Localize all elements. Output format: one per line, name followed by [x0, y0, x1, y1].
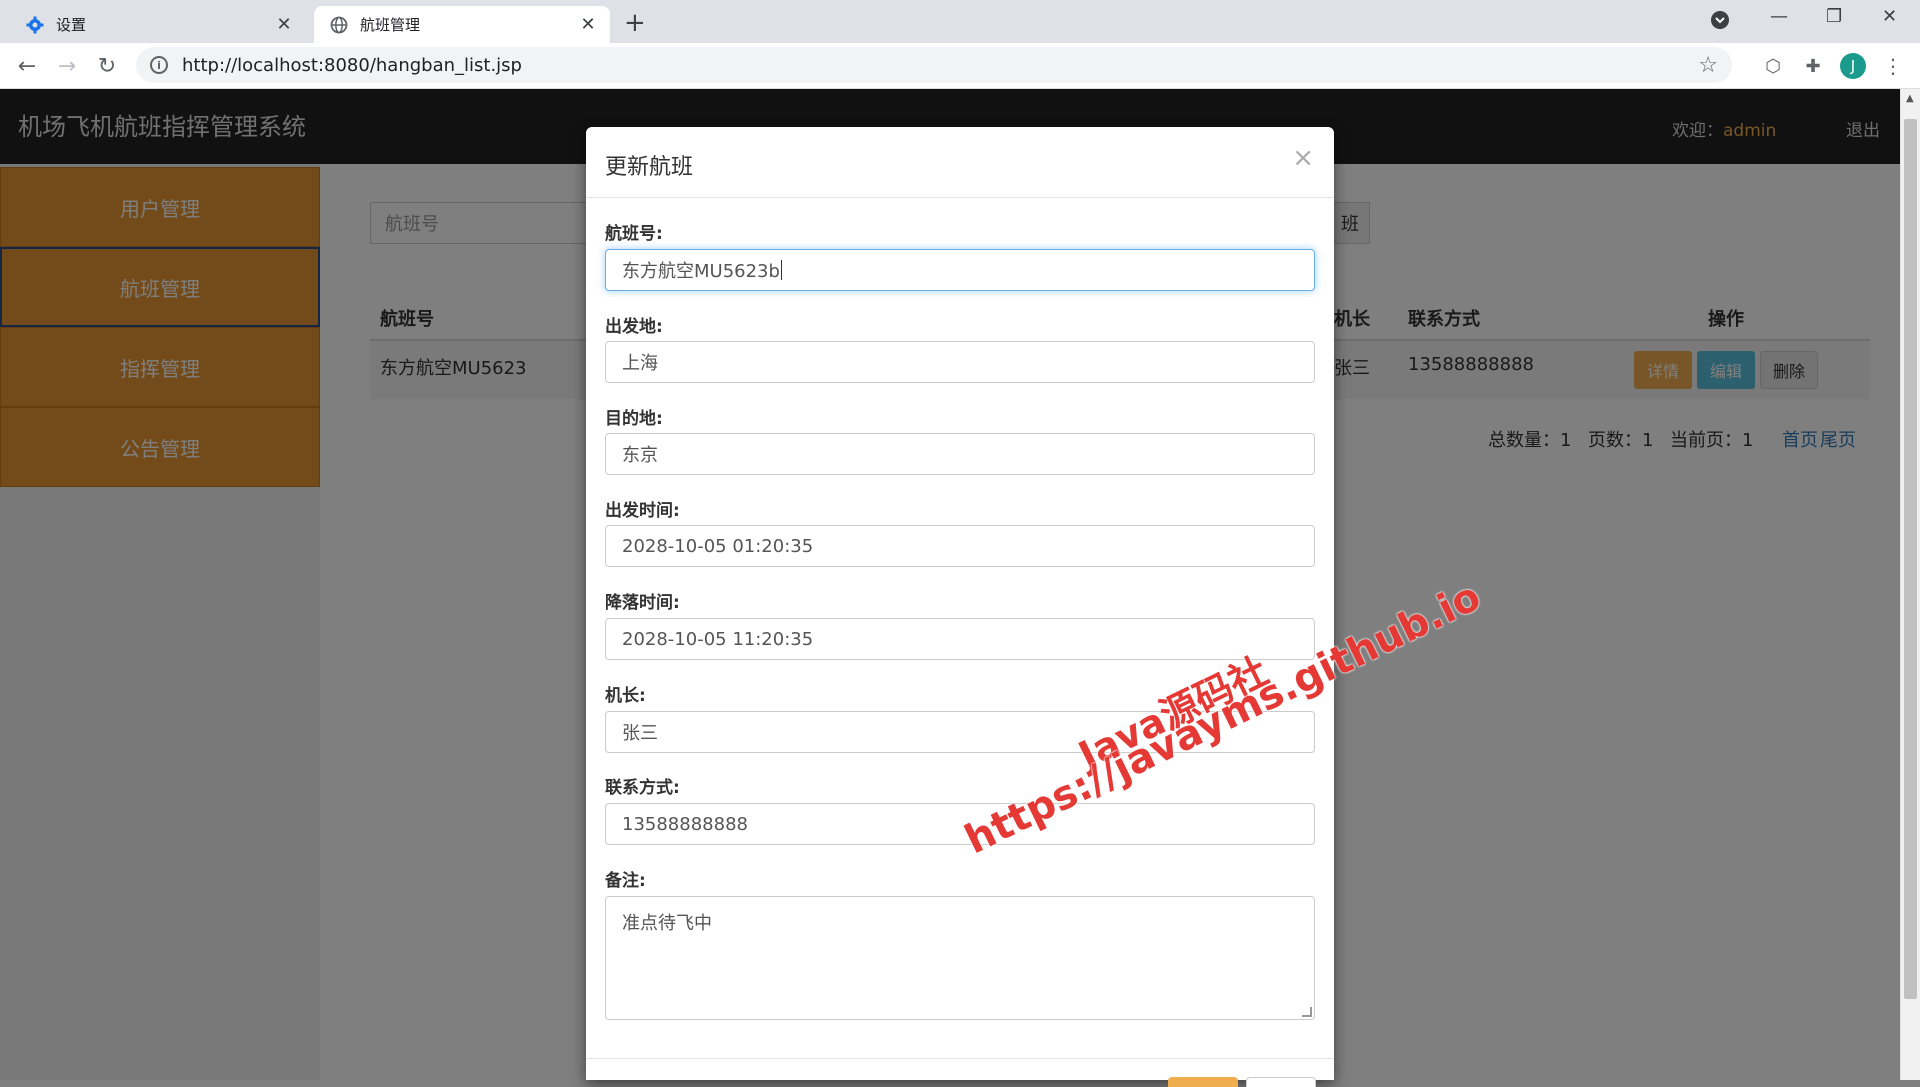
cancel-button[interactable]: [1246, 1077, 1316, 1087]
page-scrollbar[interactable]: ▲: [1900, 89, 1920, 1080]
remark-textarea[interactable]: 准点待飞中: [605, 896, 1315, 1020]
tab-title: 航班管理: [360, 16, 421, 34]
bookmark-star-icon[interactable]: ☆: [1698, 53, 1718, 78]
destination-label: 目的地:: [605, 409, 663, 429]
minimize-icon[interactable]: —: [1770, 6, 1788, 27]
phone-label: 联系方式:: [605, 778, 680, 798]
back-icon[interactable]: ←: [12, 51, 42, 81]
flight-no-label: 航班号:: [605, 224, 663, 244]
dialog-title: 更新航班: [605, 155, 694, 180]
submit-button[interactable]: [1168, 1077, 1238, 1087]
departure-label: 出发地:: [605, 317, 663, 337]
gear-icon: [26, 16, 44, 34]
reload-icon[interactable]: ↻: [92, 51, 122, 81]
tab-search-icon[interactable]: [1710, 10, 1730, 35]
close-icon[interactable]: ×: [1292, 143, 1314, 173]
extension-icon[interactable]: ⬡: [1760, 53, 1786, 79]
departure-time-label: 出发时间:: [605, 501, 680, 521]
departure-field[interactable]: 上海: [605, 341, 1315, 383]
tab-close-icon[interactable]: ✕: [576, 14, 600, 35]
remark-value: 准点待飞中: [622, 913, 712, 934]
scrollbar-thumb[interactable]: [1904, 119, 1917, 999]
flight-no-field[interactable]: 东方航空MU5623b: [605, 249, 1315, 291]
tab-settings[interactable]: 设置 ✕: [10, 6, 306, 43]
remark-label: 备注:: [605, 871, 646, 891]
browser-toolbar: ← → ↻ i http://localhost:8080/hangban_li…: [0, 43, 1920, 89]
site-info-icon[interactable]: i: [150, 56, 168, 74]
resize-handle-icon[interactable]: [1302, 1007, 1312, 1017]
landing-time-label: 降落时间:: [605, 593, 680, 613]
globe-icon: [330, 16, 348, 34]
address-bar[interactable]: i http://localhost:8080/hangban_list.jsp…: [136, 47, 1732, 83]
scroll-up-icon[interactable]: ▲: [1906, 93, 1914, 104]
flight-no-value: 东方航空MU5623b: [622, 261, 780, 282]
text-cursor: [780, 260, 782, 280]
avatar[interactable]: J: [1840, 53, 1866, 79]
tab-flight-management[interactable]: 航班管理 ✕: [314, 6, 610, 43]
puzzle-icon[interactable]: ✚: [1800, 53, 1826, 79]
new-tab-icon[interactable]: +: [624, 8, 646, 38]
forward-icon[interactable]: →: [52, 51, 82, 81]
destination-field[interactable]: 东京: [605, 433, 1315, 475]
window-close-icon[interactable]: ✕: [1882, 6, 1897, 27]
dialog-footer-divider: [586, 1058, 1334, 1059]
url-text: http://localhost:8080/hangban_list.jsp: [182, 54, 522, 76]
menu-icon[interactable]: ⋮: [1880, 53, 1906, 79]
dialog-header: 更新航班 ×: [586, 127, 1334, 198]
departure-time-field[interactable]: 2028-10-05 01:20:35: [605, 525, 1315, 567]
captain-label: 机长:: [605, 686, 646, 706]
restore-icon[interactable]: ❐: [1826, 6, 1842, 27]
tab-title: 设置: [56, 16, 87, 34]
update-flight-dialog: 更新航班 × 航班号: 东方航空MU5623b 出发地: 上海 目的地: 东京 …: [586, 127, 1334, 1087]
tab-close-icon[interactable]: ✕: [272, 14, 296, 35]
browser-tabbar: 设置 ✕ 航班管理 ✕ + — ❐ ✕: [0, 0, 1920, 43]
landing-time-field[interactable]: 2028-10-05 11:20:35: [605, 618, 1315, 660]
